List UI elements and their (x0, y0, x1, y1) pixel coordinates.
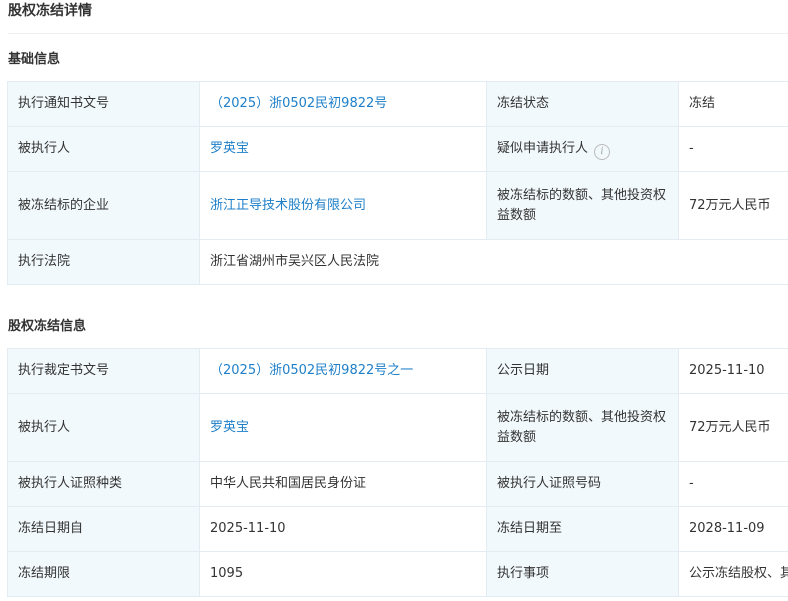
value-notice-number[interactable]: （2025）浙0502民初9822号 (199, 81, 487, 127)
label-frozen-amount: 被冻结标的数额、其他投资权益数额 (486, 171, 679, 240)
table-row: 被执行人证照种类 中华人民共和国居民身份证 被执行人证照号码 - (7, 461, 788, 507)
value-freeze-term: 1095 (199, 551, 487, 597)
label-notice-number: 执行通知书文号 (7, 81, 200, 127)
table-row: 执行裁定书文号 （2025）浙0502民初9822号之一 公示日期 2025-1… (7, 348, 788, 394)
table-row: 执行法院 浙江省湖州市吴兴区人民法院 (7, 239, 788, 285)
value-executed-person[interactable]: 罗英宝 (199, 126, 487, 172)
info-icon[interactable]: i (594, 143, 611, 160)
value-frozen-amount: 72万元人民币 (678, 171, 788, 240)
section-title-freeze: 股权冻结信息 (8, 319, 87, 334)
label-freeze-from: 冻结日期自 (7, 506, 200, 552)
label-id-number: 被执行人证照号码 (486, 461, 679, 507)
value-ruling-number[interactable]: （2025）浙0502民初9822号之一 (199, 348, 487, 394)
table-row: 执行通知书文号 （2025）浙0502民初9822号 冻结状态 冻结 (7, 81, 788, 127)
table-row: 被冻结标的企业 浙江正导技术股份有限公司 被冻结标的数额、其他投资权益数额 72… (7, 171, 788, 240)
table-row: 被执行人 罗英宝 被冻结标的数额、其他投资权益数额 72万元人民币 (7, 393, 788, 462)
section-title-basic: 基础信息 (8, 52, 61, 67)
value-id-type: 中华人民共和国居民身份证 (199, 461, 487, 507)
label-executed-person: 被执行人 (7, 126, 200, 172)
executed-person-link[interactable]: 罗英宝 (210, 141, 249, 156)
value-execution-matter: 公示冻结股权、其他投资权益 (678, 551, 788, 597)
value-publish-date: 2025-11-10 (678, 348, 788, 394)
ruling-number-link[interactable]: （2025）浙0502民初9822号之一 (210, 363, 413, 378)
title-divider (8, 33, 788, 34)
label-frozen-amount: 被冻结标的数额、其他投资权益数额 (486, 393, 679, 462)
label-ruling-number: 执行裁定书文号 (7, 348, 200, 394)
table-row: 冻结日期自 2025-11-10 冻结日期至 2028-11-09 (7, 506, 788, 552)
suspected-applicant-label-text: 疑似申请执行人 (497, 140, 589, 156)
label-freeze-to: 冻结日期至 (486, 506, 679, 552)
basic-info-table: 执行通知书文号 （2025）浙0502民初9822号 冻结状态 冻结 被执行人 … (7, 81, 788, 285)
notice-number-link[interactable]: （2025）浙0502民初9822号 (210, 96, 387, 111)
value-frozen-amount: 72万元人民币 (678, 393, 788, 462)
label-publish-date: 公示日期 (486, 348, 679, 394)
value-suspected-applicant: - (678, 126, 788, 172)
label-freeze-status: 冻结状态 (486, 81, 679, 127)
value-frozen-enterprise[interactable]: 浙江正导技术股份有限公司 (199, 171, 487, 240)
freeze-info-table: 执行裁定书文号 （2025）浙0502民初9822号之一 公示日期 2025-1… (7, 348, 788, 597)
label-suspected-applicant: 疑似申请执行人 i (486, 126, 679, 172)
value-freeze-to: 2028-11-09 (678, 506, 788, 552)
label-court: 执行法院 (7, 239, 200, 285)
label-frozen-enterprise: 被冻结标的企业 (7, 171, 200, 240)
label-id-type: 被执行人证照种类 (7, 461, 200, 507)
executed-person-link[interactable]: 罗英宝 (210, 420, 249, 435)
table-row: 冻结期限 1095 执行事项 公示冻结股权、其他投资权益 (7, 551, 788, 597)
frozen-enterprise-link[interactable]: 浙江正导技术股份有限公司 (210, 198, 366, 213)
value-id-number: - (678, 461, 788, 507)
value-executed-person[interactable]: 罗英宝 (199, 393, 487, 462)
value-court: 浙江省湖州市吴兴区人民法院 (199, 239, 788, 285)
label-execution-matter: 执行事项 (486, 551, 679, 597)
page-title: 股权冻结详情 (8, 3, 92, 19)
value-freeze-status: 冻结 (678, 81, 788, 127)
label-freeze-term: 冻结期限 (7, 551, 200, 597)
label-executed-person: 被执行人 (7, 393, 200, 462)
value-freeze-from: 2025-11-10 (199, 506, 487, 552)
table-row: 被执行人 罗英宝 疑似申请执行人 i - (7, 126, 788, 172)
